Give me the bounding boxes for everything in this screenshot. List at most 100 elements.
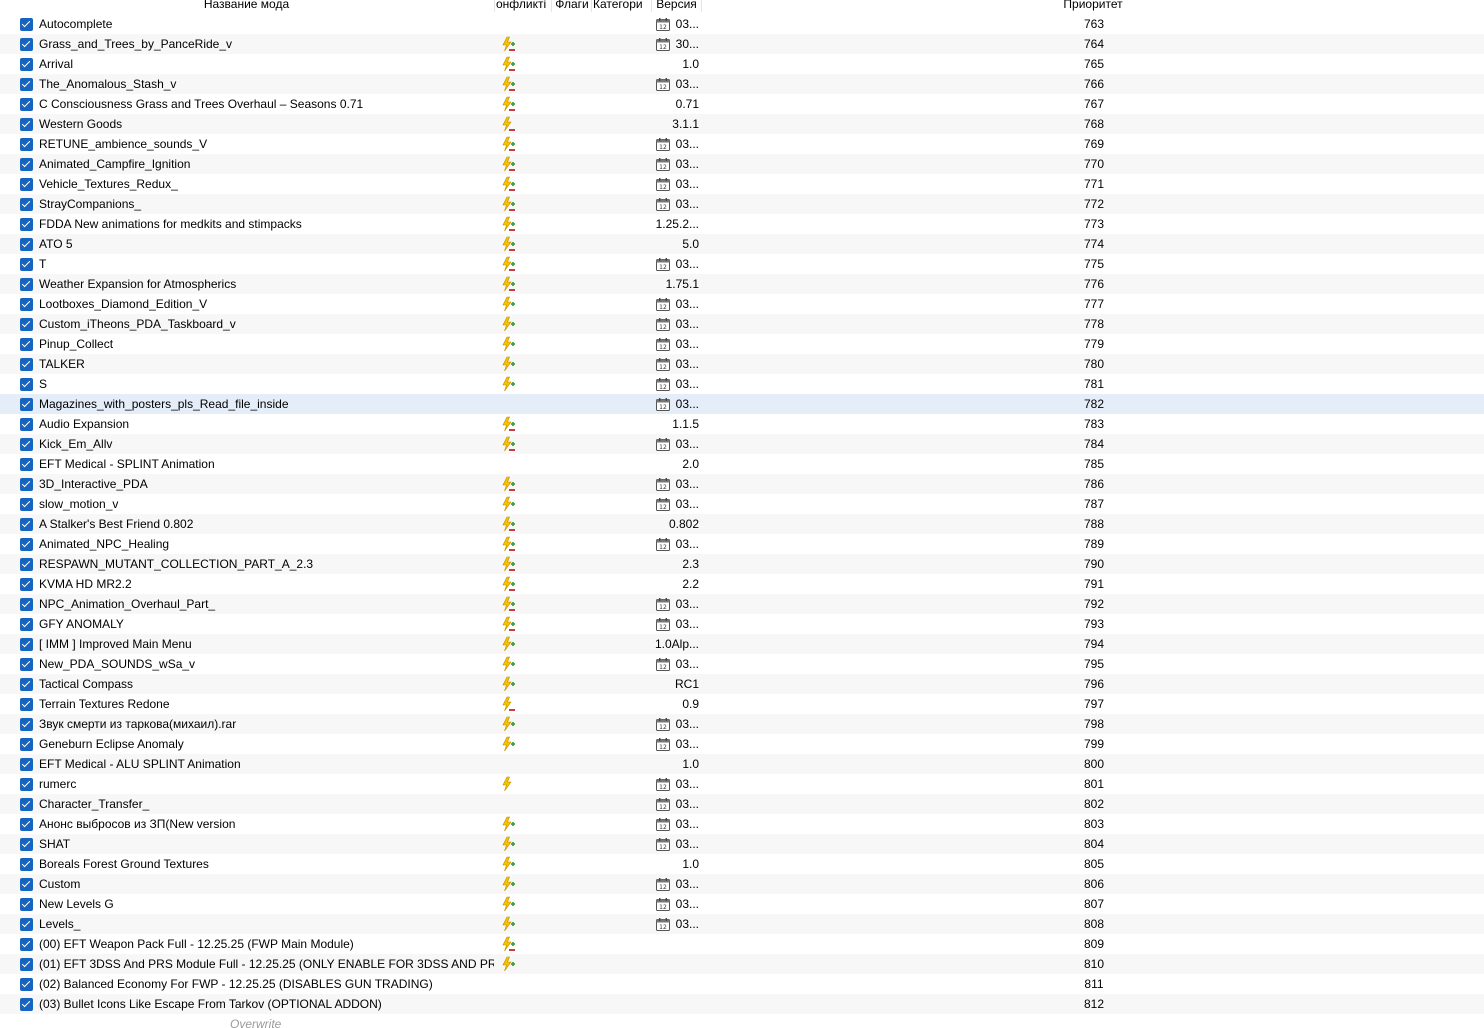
mod-row[interactable]: Kick_Em_Allv 12 03... 784: [0, 434, 1484, 454]
mod-row[interactable]: Tactical Compass RC1 796: [0, 674, 1484, 694]
mod-row[interactable]: Pinup_Collect 12 03... 779: [0, 334, 1484, 354]
mod-enabled-checkbox[interactable]: [20, 198, 33, 211]
mod-enabled-checkbox[interactable]: [20, 918, 33, 931]
column-divider[interactable]: [494, 0, 495, 12]
mod-enabled-checkbox[interactable]: [20, 778, 33, 791]
mod-row[interactable]: FDDA New animations for medkits and stim…: [0, 214, 1484, 234]
column-header-priority[interactable]: Приоритет: [702, 0, 1484, 12]
mod-enabled-checkbox[interactable]: [20, 718, 33, 731]
column-divider[interactable]: [651, 0, 652, 12]
mod-row[interactable]: TALKER 12 03... 780: [0, 354, 1484, 374]
mod-enabled-checkbox[interactable]: [20, 138, 33, 151]
mod-row[interactable]: Magazines_with_posters_pls_Read_file_ins…: [0, 394, 1484, 414]
mod-enabled-checkbox[interactable]: [20, 458, 33, 471]
mod-row[interactable]: (00) EFT Weapon Pack Full - 12.25.25 (FW…: [0, 934, 1484, 954]
mod-row[interactable]: NPC_Animation_Overhaul_Part_ 12 03... 792: [0, 594, 1484, 614]
mod-row[interactable]: (03) Bullet Icons Like Escape From Tarko…: [0, 994, 1484, 1014]
mod-enabled-checkbox[interactable]: [20, 938, 33, 951]
mod-enabled-checkbox[interactable]: [20, 998, 33, 1011]
mod-enabled-checkbox[interactable]: [20, 578, 33, 591]
mod-row[interactable]: Boreals Forest Ground Textures 1.0 805: [0, 854, 1484, 874]
mod-row[interactable]: Autocomplete 12 03... 763: [0, 14, 1484, 34]
mod-row[interactable]: Анонс выбросов из ЗП(New version 12 03... 8…: [0, 814, 1484, 834]
mod-row[interactable]: (01) EFT 3DSS And PRS Module Full - 12.2…: [0, 954, 1484, 974]
mod-row[interactable]: slow_motion_v 12 03... 787: [0, 494, 1484, 514]
mod-row[interactable]: SHAT 12 03... 804: [0, 834, 1484, 854]
mod-enabled-checkbox[interactable]: [20, 378, 33, 391]
mod-enabled-checkbox[interactable]: [20, 958, 33, 971]
mod-enabled-checkbox[interactable]: [20, 738, 33, 751]
mod-row[interactable]: New Levels G 12 03... 807: [0, 894, 1484, 914]
overwrite-entry[interactable]: Overwrite: [230, 1017, 281, 1028]
mod-row[interactable]: ATO 5 5.0 774: [0, 234, 1484, 254]
mod-row[interactable]: Weather Expansion for Atmospherics 1.75.1…: [0, 274, 1484, 294]
mod-enabled-checkbox[interactable]: [20, 498, 33, 511]
mod-enabled-checkbox[interactable]: [20, 758, 33, 771]
mod-enabled-checkbox[interactable]: [20, 898, 33, 911]
mod-enabled-checkbox[interactable]: [20, 798, 33, 811]
mod-row[interactable]: Audio Expansion 1.1.5 783: [0, 414, 1484, 434]
mod-row[interactable]: C Consciousness Grass and Trees Overhaul…: [0, 94, 1484, 114]
mod-enabled-checkbox[interactable]: [20, 618, 33, 631]
mod-enabled-checkbox[interactable]: [20, 518, 33, 531]
mod-enabled-checkbox[interactable]: [20, 58, 33, 71]
mod-enabled-checkbox[interactable]: [20, 538, 33, 551]
mod-row[interactable]: EFT Medical - SPLINT Animation 2.0 785: [0, 454, 1484, 474]
mod-row[interactable]: T 12 03... 775: [0, 254, 1484, 274]
mod-row[interactable]: Animated_Campfire_Ignition 12 03... 770: [0, 154, 1484, 174]
column-header-flags[interactable]: Флаги: [553, 0, 591, 12]
mod-row[interactable]: Character_Transfer_ 12 03... 802: [0, 794, 1484, 814]
mod-row[interactable]: S 12 03... 781: [0, 374, 1484, 394]
mod-enabled-checkbox[interactable]: [20, 478, 33, 491]
mod-row[interactable]: Arrival 1.0 765: [0, 54, 1484, 74]
mod-enabled-checkbox[interactable]: [20, 398, 33, 411]
mod-enabled-checkbox[interactable]: [20, 98, 33, 111]
mod-row[interactable]: rumerc 12 03... 801: [0, 774, 1484, 794]
mod-row[interactable]: 3D_Interactive_PDA 12 03... 786: [0, 474, 1484, 494]
mod-row[interactable]: Custom_iTheons_PDA_Taskboard_v 12 03... 778: [0, 314, 1484, 334]
mod-enabled-checkbox[interactable]: [20, 78, 33, 91]
mod-enabled-checkbox[interactable]: [20, 838, 33, 851]
mod-enabled-checkbox[interactable]: [20, 118, 33, 131]
column-header-name[interactable]: Название мода: [0, 0, 493, 12]
mod-row[interactable]: Levels_ 12 03... 808: [0, 914, 1484, 934]
mod-row[interactable]: (02) Balanced Economy For FWP - 12.25.25…: [0, 974, 1484, 994]
column-divider[interactable]: [591, 0, 592, 12]
mod-row[interactable]: Geneburn Eclipse Anomaly 12 03... 799: [0, 734, 1484, 754]
mod-row[interactable]: Custom 12 03... 806: [0, 874, 1484, 894]
mod-enabled-checkbox[interactable]: [20, 18, 33, 31]
mod-row[interactable]: KVMA HD MR2.2 2.2 791: [0, 574, 1484, 594]
mod-enabled-checkbox[interactable]: [20, 438, 33, 451]
mod-row[interactable]: Звук смерти из таркова(михаил).rar 12 03..…: [0, 714, 1484, 734]
mod-enabled-checkbox[interactable]: [20, 678, 33, 691]
column-header-category[interactable]: Категори: [593, 0, 650, 12]
mod-enabled-checkbox[interactable]: [20, 258, 33, 271]
mod-enabled-checkbox[interactable]: [20, 278, 33, 291]
mod-row[interactable]: RESPAWN_MUTANT_COLLECTION_PART_A_2.3 2.3 7…: [0, 554, 1484, 574]
mod-row[interactable]: Lootboxes_Diamond_Edition_V 12 03... 777: [0, 294, 1484, 314]
mod-enabled-checkbox[interactable]: [20, 558, 33, 571]
mod-enabled-checkbox[interactable]: [20, 698, 33, 711]
mod-row[interactable]: The_Anomalous_Stash_v 12 03... 766: [0, 74, 1484, 94]
mod-row[interactable]: StrayCompanions_ 12 03... 772: [0, 194, 1484, 214]
column-divider[interactable]: [551, 0, 552, 12]
mod-row[interactable]: Terrain Textures Redone 0.9 797: [0, 694, 1484, 714]
mod-row[interactable]: A Stalker's Best Friend 0.802 0.802 788: [0, 514, 1484, 534]
mod-enabled-checkbox[interactable]: [20, 978, 33, 991]
mod-enabled-checkbox[interactable]: [20, 158, 33, 171]
mod-row[interactable]: Vehicle_Textures_Redux_ 12 03... 771: [0, 174, 1484, 194]
mod-row[interactable]: [ IMM ] Improved Main Menu 1.0Alp... 794: [0, 634, 1484, 654]
mod-enabled-checkbox[interactable]: [20, 638, 33, 651]
mod-enabled-checkbox[interactable]: [20, 598, 33, 611]
mod-row[interactable]: Grass_and_Trees_by_PanceRide_v 12 30... 764: [0, 34, 1484, 54]
mod-row[interactable]: EFT Medical - ALU SPLINT Animation 1.0 800: [0, 754, 1484, 774]
mod-enabled-checkbox[interactable]: [20, 858, 33, 871]
mod-enabled-checkbox[interactable]: [20, 878, 33, 891]
mod-enabled-checkbox[interactable]: [20, 658, 33, 671]
mod-enabled-checkbox[interactable]: [20, 318, 33, 331]
mod-row[interactable]: GFY ANOMALY 12 03... 793: [0, 614, 1484, 634]
mod-row[interactable]: New_PDA_SOUNDS_wSa_v 12 03... 795: [0, 654, 1484, 674]
mod-enabled-checkbox[interactable]: [20, 238, 33, 251]
mod-row[interactable]: RETUNE_ambience_sounds_V 12 03... 769: [0, 134, 1484, 154]
column-header-version[interactable]: Версия: [653, 0, 700, 12]
